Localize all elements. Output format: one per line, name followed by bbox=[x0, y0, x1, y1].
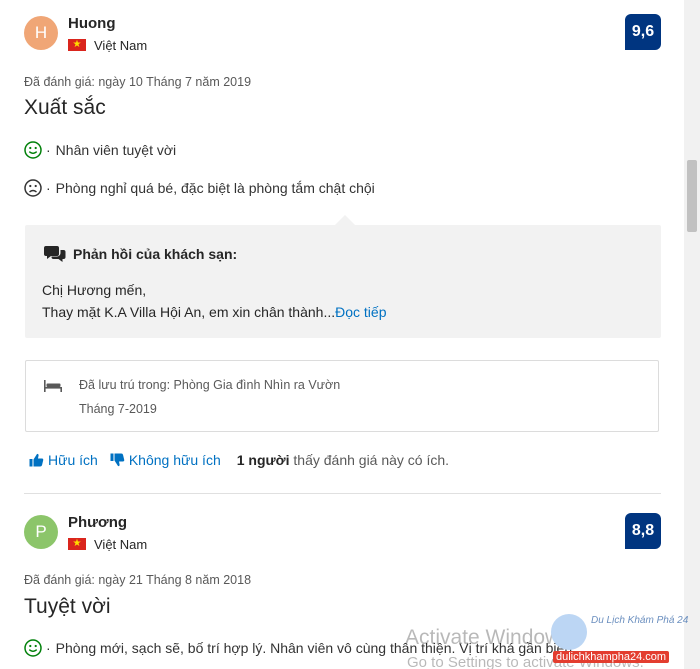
not-helpful-button[interactable]: Không hữu ích bbox=[110, 452, 221, 468]
vietnam-flag-icon bbox=[68, 36, 86, 54]
positive-comment-text: Nhân viên tuyệt vời bbox=[55, 142, 177, 158]
negative-comment-text: Phòng nghỉ quá bé, đặc biệt là phòng tắm… bbox=[55, 180, 375, 196]
hotel-reply-heading: Phản hồi của khách sạn: bbox=[44, 245, 237, 263]
avatar: P bbox=[24, 515, 58, 549]
stay-room-name: Phòng Gia đình Nhìn ra Vườn bbox=[173, 378, 341, 392]
avatar: H bbox=[24, 16, 58, 50]
frown-icon bbox=[24, 179, 42, 197]
review-title: Xuất sắc bbox=[24, 96, 106, 119]
stay-room: Đã lưu trú trong: Phòng Gia đình Nhìn ra… bbox=[79, 378, 340, 392]
stay-date: Tháng 7-2019 bbox=[79, 402, 157, 416]
helpful-count: 1 người bbox=[236, 452, 290, 468]
reviewer-info: P Phương Việt Nam 8,8 bbox=[24, 513, 661, 559]
review-card: H Huong Việt Nam 9,6 Đã đánh giá: ngày 1… bbox=[24, 14, 661, 468]
comment-separator: · bbox=[46, 142, 51, 158]
watermark-url: dulichkhampha24.com bbox=[553, 651, 670, 663]
read-more-link[interactable]: Đọc tiếp bbox=[335, 304, 386, 320]
comment-separator: · bbox=[46, 640, 51, 656]
positive-comment: · Nhân viên tuyệt vời bbox=[24, 141, 176, 159]
smile-icon bbox=[24, 141, 42, 159]
review-card: P Phương Việt Nam 8,8 Đã đánh giá: ngày … bbox=[24, 513, 661, 657]
reviewer-country: Việt Nam bbox=[68, 36, 148, 54]
stay-label: Đã lưu trú trong: bbox=[79, 378, 171, 392]
review-date: Đã đánh giá: ngày 21 Tháng 8 năm 2018 bbox=[24, 573, 252, 587]
thumbs-down-icon bbox=[110, 453, 125, 467]
watermark-title: Du Lịch Khám Phá 24 bbox=[591, 615, 689, 626]
negative-comment: · Phòng nghỉ quá bé, đặc biệt là phòng t… bbox=[24, 179, 375, 197]
smile-icon bbox=[24, 639, 42, 657]
chat-bubbles-icon bbox=[44, 246, 66, 262]
hotel-reply-heading-text: Phản hồi của khách sạn: bbox=[73, 246, 238, 262]
review-date: Đã đánh giá: ngày 10 Tháng 7 năm 2019 bbox=[24, 75, 252, 89]
reviewer-info: H Huong Việt Nam 9,6 bbox=[24, 14, 661, 60]
hotel-reply: Phản hồi của khách sạn: Chị Hương mến, T… bbox=[25, 215, 661, 338]
hotel-reply-excerpt: Thay mặt K.A Villa Hội An, em xin chân t… bbox=[42, 304, 336, 320]
vertical-scrollbar[interactable] bbox=[684, 0, 700, 669]
hotel-reply-body: Thay mặt K.A Villa Hội An, em xin chân t… bbox=[42, 304, 386, 320]
review-title: Tuyệt vời bbox=[24, 595, 111, 618]
thumbs-up-icon bbox=[29, 453, 44, 467]
watermark-logo-icon bbox=[551, 614, 587, 650]
bed-icon bbox=[44, 380, 62, 392]
helpful-button[interactable]: Hữu ích bbox=[29, 452, 98, 468]
not-helpful-label: Không hữu ích bbox=[128, 452, 221, 468]
helpful-count-text: 1 người thấy đánh giá này có ích. bbox=[237, 452, 449, 468]
scrollbar-thumb[interactable] bbox=[687, 160, 697, 232]
review-divider bbox=[24, 493, 661, 494]
reviewer-name: Phương bbox=[68, 514, 128, 531]
comment-separator: · bbox=[46, 180, 51, 196]
vietnam-flag-icon bbox=[68, 535, 86, 553]
helpful-row: Hữu ích Không hữu ích 1 người thấy đánh … bbox=[29, 452, 449, 468]
hotel-reply-greeting: Chị Hương mến, bbox=[42, 282, 147, 298]
reviewer-name: Huong bbox=[68, 15, 116, 32]
stay-info: Đã lưu trú trong: Phòng Gia đình Nhìn ra… bbox=[25, 360, 659, 432]
helpful-label: Hữu ích bbox=[48, 452, 98, 468]
activate-windows-title: Activate Windows bbox=[405, 626, 571, 649]
review-score-badge: 8,8 bbox=[625, 513, 661, 549]
review-score-badge: 9,6 bbox=[625, 14, 661, 50]
reviewer-country: Việt Nam bbox=[68, 535, 148, 553]
country-name: Việt Nam bbox=[94, 37, 148, 53]
helpful-text: thấy đánh giá này có ích. bbox=[293, 452, 450, 468]
country-name: Việt Nam bbox=[94, 536, 148, 552]
